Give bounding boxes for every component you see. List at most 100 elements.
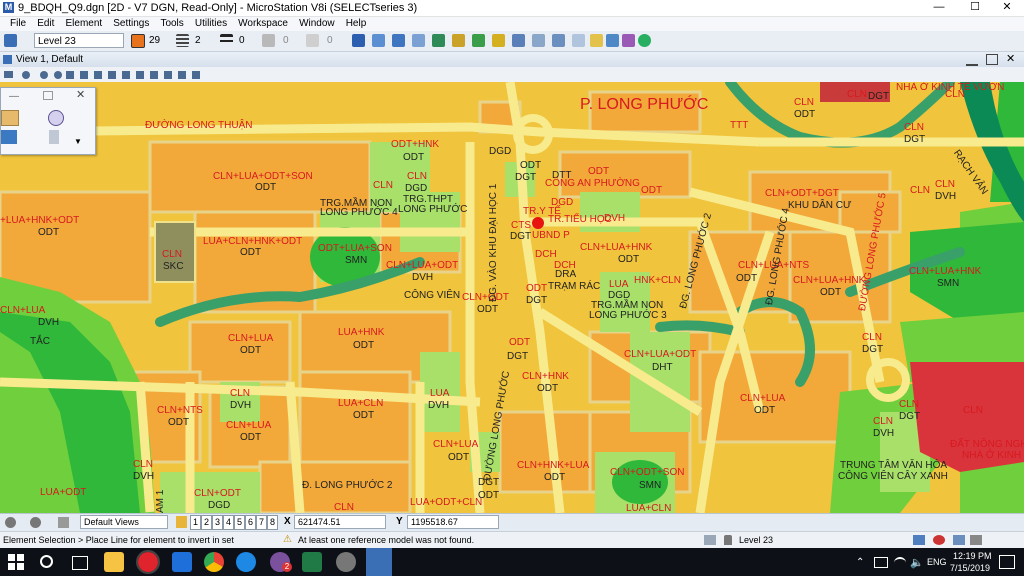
status-tool-1-icon[interactable] [913,535,925,545]
view-button-7[interactable]: 7 [256,515,267,530]
opera-icon[interactable] [136,550,160,574]
model-icon[interactable] [432,34,445,47]
palette-minimize-button[interactable]: — [9,91,19,102]
wifi-icon[interactable] [894,557,906,569]
measure-icon[interactable] [512,34,525,47]
volume-icon[interactable]: 🔈 [910,556,924,569]
color-value[interactable]: 29 [146,33,170,48]
map-label-odt-4: ODT [240,247,262,258]
notifications-icon[interactable] [999,555,1015,569]
palette-tool-4-icon[interactable] [49,130,59,144]
accudraw-icon[interactable] [606,34,619,47]
menu-element[interactable]: Element [61,17,106,31]
fence-icon[interactable] [372,34,385,47]
raster-icon[interactable] [472,34,485,47]
palette-close-button[interactable]: ✕ [76,88,85,101]
map-label-smn-1: SMN [345,255,368,266]
snap-status-icon[interactable] [704,535,716,545]
status-tool-3-icon[interactable] [953,535,965,545]
move-icon[interactable] [412,34,425,47]
priority-icon[interactable] [306,34,319,47]
back-icon[interactable] [5,517,16,528]
copy-icon[interactable] [392,34,405,47]
app-icon[interactable] [336,552,356,572]
palette-dropdown-icon[interactable]: ▼ [74,137,82,146]
palette-tool-3-icon[interactable] [1,130,17,144]
map-marker [532,217,544,229]
menu-file[interactable]: File [6,17,30,31]
file-explorer-icon[interactable] [104,552,124,572]
view-close-button[interactable]: ✕ [1006,52,1015,65]
palette-tool-2-icon[interactable] [48,110,64,126]
close-button[interactable]: ✕ [990,0,1024,16]
menu-window[interactable]: Window [295,17,339,31]
battery-icon[interactable] [874,557,888,568]
tool-settings-icon[interactable] [552,34,565,47]
render-icon[interactable] [622,34,635,47]
transparency-value[interactable]: 0 [280,33,300,48]
chrome-icon[interactable] [204,552,224,572]
search-icon[interactable] [40,555,53,568]
view-button-4[interactable]: 4 [223,515,234,530]
windows-start-icon[interactable] [8,554,24,570]
y-coordinate-field[interactable]: 1195518.67 [407,515,499,529]
floating-tool-palette[interactable]: — ✕ ▼ [0,87,96,155]
references-icon[interactable] [452,34,465,47]
view-button-2[interactable]: 2 [201,515,212,530]
maximize-button[interactable]: ☐ [958,0,992,16]
clock-time[interactable]: 12:19 PM [953,551,992,561]
view-button-3[interactable]: 3 [212,515,223,530]
palette-tool-1-icon[interactable] [1,110,19,126]
view-restore-button[interactable] [986,54,998,65]
store-icon[interactable] [172,552,192,572]
view-minimize-button[interactable] [966,54,978,66]
status-tool-4-icon[interactable] [970,535,982,545]
globe-icon[interactable] [638,34,651,47]
x-coordinate-field[interactable]: 621474.51 [294,515,386,529]
menu-workspace[interactable]: Workspace [234,17,292,31]
active-level-icon[interactable] [4,34,17,47]
line-style-value[interactable]: 2 [192,33,214,48]
view-groups-icon[interactable] [176,516,187,528]
clock-date[interactable]: 7/15/2019 [950,563,990,573]
zalo-icon[interactable] [236,552,256,572]
task-view-icon[interactable] [72,556,88,570]
view-button-5[interactable]: 5 [234,515,245,530]
forward-icon[interactable] [30,517,41,528]
menu-tools[interactable]: Tools [156,17,187,31]
element-selection-icon[interactable] [352,34,365,47]
view-button-6[interactable]: 6 [245,515,256,530]
line-style-icon[interactable] [176,34,189,47]
chevron-up-icon[interactable]: ⌃ [856,557,864,568]
menu-help[interactable]: Help [342,17,371,31]
help-icon[interactable] [590,34,603,47]
line-weight-value[interactable]: 0 [236,33,258,48]
view-button-8[interactable]: 8 [267,515,278,530]
snap-icon[interactable] [532,34,545,47]
key-in-icon[interactable] [572,34,585,47]
transparency-icon[interactable] [262,34,275,47]
minimize-button[interactable]: — [922,0,956,16]
map-label-odt-1: ODT [255,182,277,193]
history-icon[interactable] [58,517,69,528]
drawing-canvas[interactable]: P. LONG PHƯỚC ĐƯỜNG LONG THUẬN CLN+LUA+O… [0,82,1024,513]
levels-icon[interactable] [492,34,505,47]
excel-icon[interactable] [302,552,322,572]
view-button-1[interactable]: 1 [190,515,201,530]
saved-views-select[interactable]: Default Views [80,515,168,529]
menu-utilities[interactable]: Utilities [191,17,231,31]
color-swatch-icon[interactable] [131,34,145,48]
palette-maximize-button[interactable] [43,91,53,100]
map-label-cln-7: CLN [794,97,815,108]
status-tool-2-icon[interactable] [933,535,945,545]
priority-value[interactable]: 0 [324,33,344,48]
menu-edit[interactable]: Edit [33,17,58,31]
microstation-taskbar-icon[interactable] [366,548,392,576]
menu-settings[interactable]: Settings [109,17,153,31]
map-label-lua-cln-hnk-odt: LUA+CLN+HNK+ODT [203,236,303,247]
lock-icon[interactable] [724,535,732,545]
view-tools-icons[interactable] [0,67,200,82]
level-select[interactable]: Level 23 [34,33,124,48]
language-indicator[interactable]: ENG [927,557,947,567]
line-weight-icon[interactable] [220,34,233,47]
